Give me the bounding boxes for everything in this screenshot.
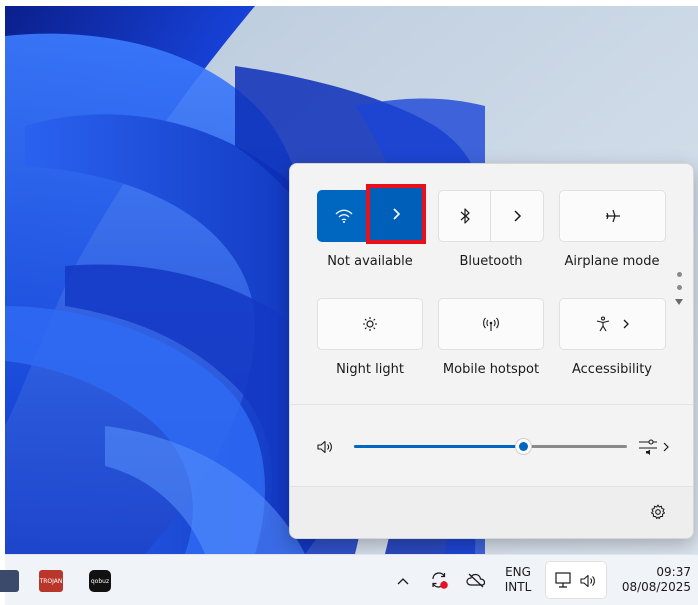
clock-time: 09:37: [656, 565, 691, 579]
taskbar-app-qobuz[interactable]: qobuz: [89, 570, 111, 592]
volume-slider-fill: [354, 445, 524, 448]
audio-output-button[interactable]: [636, 437, 672, 457]
scroll-down-arrow-icon: [675, 299, 683, 305]
quick-settings-panel: Not available Bluetooth Airplane mode Ni…: [289, 163, 694, 539]
bluetooth-expand-button[interactable]: [491, 191, 543, 241]
sync-status-button[interactable]: [427, 569, 451, 591]
chevron-right-icon: [663, 442, 669, 452]
audio-mixer-icon: [639, 439, 657, 455]
sync-icon: [432, 572, 448, 589]
quick-settings-footer: [290, 486, 693, 538]
chevron-right-icon: [393, 208, 401, 220]
input-language-indicator[interactable]: ENG INTL: [501, 565, 535, 595]
volume-slider-thumb[interactable]: [515, 438, 533, 455]
clock-date: 08/08/2025: [621, 580, 691, 594]
section-divider: [290, 404, 693, 405]
network-volume-tray-button[interactable]: [545, 561, 607, 599]
volume-mute-button[interactable]: [316, 438, 334, 456]
speaker-icon: [580, 574, 595, 588]
taskbar-app-partial[interactable]: [0, 570, 19, 592]
clock-button[interactable]: 09:37 08/08/2025: [611, 565, 691, 595]
taskbar-app-trojan[interactable]: TROJAN: [39, 570, 63, 592]
page-dot: [676, 272, 682, 277]
page-indicator[interactable]: [673, 272, 685, 306]
wifi-tile-label: Not available: [327, 254, 413, 269]
bluetooth-tile-label: Bluetooth: [459, 254, 523, 269]
bluetooth-toggle-button[interactable]: [439, 191, 490, 241]
chevron-right-icon: [514, 210, 522, 222]
page-dot: [676, 285, 682, 290]
accessibility-tile[interactable]: [559, 298, 666, 350]
hotspot-icon: [483, 317, 499, 331]
show-hidden-icons-button[interactable]: [393, 571, 413, 591]
airplane-mode-tile[interactable]: [559, 190, 666, 242]
night-light-tile[interactable]: [317, 298, 423, 350]
language-code: ENG: [505, 565, 531, 579]
mobile-hotspot-tile[interactable]: [438, 298, 544, 350]
settings-button[interactable]: [648, 502, 668, 522]
footer-divider: [290, 486, 693, 487]
speaker-icon: [317, 440, 332, 454]
chevron-up-icon: [397, 578, 409, 585]
cloud-offline-icon: [466, 573, 486, 588]
bluetooth-icon: [460, 208, 470, 224]
airplane-icon: [605, 209, 620, 223]
chevron-right-icon: [623, 319, 629, 329]
bluetooth-tile: [438, 190, 544, 242]
mobile-hotspot-tile-label: Mobile hotspot: [442, 362, 540, 377]
taskbar: TROJAN qobuz ENG INTL 09:37 08/08/2025: [0, 554, 698, 605]
network-wired-icon: [555, 572, 571, 588]
airplane-mode-tile-label: Airplane mode: [564, 254, 660, 269]
wifi-toggle-button[interactable]: [318, 191, 369, 241]
gear-icon: [651, 504, 665, 520]
night-light-tile-label: Night light: [336, 362, 404, 377]
volume-slider[interactable]: [354, 438, 627, 455]
keyboard-layout: INTL: [504, 580, 532, 594]
brightness-icon: [363, 317, 377, 331]
wifi-expand-highlight[interactable]: [366, 184, 426, 244]
onedrive-status-button[interactable]: [464, 569, 488, 591]
wifi-icon: [335, 209, 352, 223]
accessibility-tile-label: Accessibility: [572, 362, 652, 377]
accessibility-icon: [596, 316, 609, 332]
